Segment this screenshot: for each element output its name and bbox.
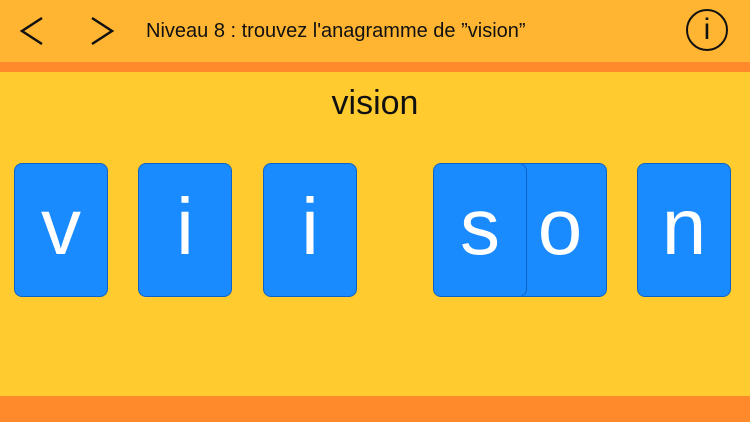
chevron-left-icon bbox=[19, 16, 43, 46]
chevron-right-icon bbox=[91, 16, 115, 46]
letter-tile[interactable]: n bbox=[637, 163, 731, 297]
info-button[interactable]: i bbox=[686, 9, 728, 51]
letter-tile[interactable]: i bbox=[138, 163, 232, 297]
next-level-button[interactable] bbox=[82, 6, 122, 56]
top-bar: Niveau 8 : trouvez l'anagramme de ”visio… bbox=[0, 0, 750, 62]
letter-tile[interactable]: v bbox=[14, 163, 108, 297]
info-icon: i bbox=[703, 13, 711, 46]
bottom-bar bbox=[0, 396, 750, 422]
header-divider bbox=[0, 62, 750, 72]
previous-level-button[interactable] bbox=[12, 6, 52, 56]
letter-tile[interactable]: s bbox=[433, 163, 527, 297]
letter-tile[interactable]: i bbox=[263, 163, 357, 297]
letter-tile[interactable]: o bbox=[513, 163, 607, 297]
target-word: vision bbox=[331, 84, 419, 122]
level-title: Niveau 8 : trouvez l'anagramme de ”visio… bbox=[146, 20, 526, 42]
